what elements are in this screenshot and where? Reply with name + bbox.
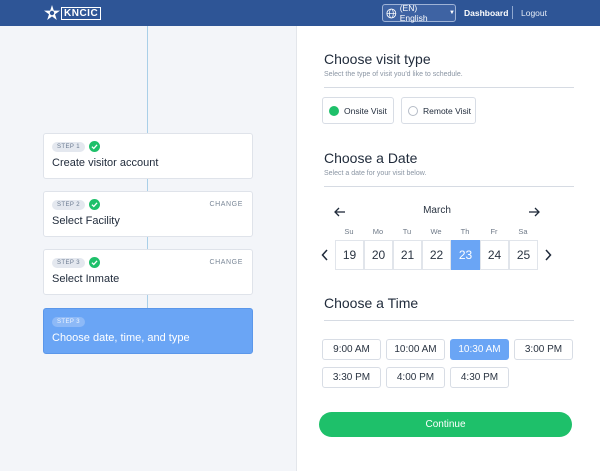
weekday-label: Th bbox=[460, 227, 470, 236]
arrow-left-icon[interactable] bbox=[334, 207, 346, 217]
step-title: Create visitor account bbox=[52, 157, 159, 169]
day-cell[interactable]: 20 bbox=[364, 240, 393, 270]
radio-selected-icon bbox=[329, 105, 339, 116]
top-navigation-bar: KNCIC (EN) English ▼ Dashboard Logout bbox=[0, 0, 600, 26]
step-create-account: STEP 1 Create visitor account bbox=[43, 133, 253, 179]
step-badge: STEP 3 bbox=[52, 258, 85, 268]
weekday-label: We bbox=[430, 227, 442, 236]
check-circle-icon bbox=[89, 257, 100, 268]
step-title: Choose date, time, and type bbox=[52, 332, 190, 344]
section-divider bbox=[324, 87, 574, 88]
date-subtitle: Select a date for your visit below. bbox=[324, 170, 427, 177]
star-logo-icon bbox=[44, 5, 60, 20]
change-facility-link[interactable]: CHANGE bbox=[209, 201, 243, 208]
step-title: Select Facility bbox=[52, 215, 120, 227]
step-badge: STEP 3 bbox=[52, 317, 85, 327]
step-badge: STEP 2 bbox=[52, 200, 85, 210]
change-inmate-link[interactable]: CHANGE bbox=[209, 259, 243, 266]
date-heading: Choose a Date bbox=[324, 150, 418, 166]
remote-visit-option[interactable]: Remote Visit bbox=[401, 97, 476, 124]
weekday-label: Tu bbox=[402, 227, 412, 236]
day-cell[interactable]: 21 bbox=[393, 240, 422, 270]
weekday-label: Sa bbox=[518, 227, 528, 236]
logout-link[interactable]: Logout bbox=[521, 8, 547, 18]
visit-type-subtitle: Select the type of visit you'd like to s… bbox=[324, 71, 463, 78]
step-choose-date-time-type: STEP 3 Choose date, time, and type bbox=[43, 308, 253, 354]
onsite-visit-option[interactable]: Onsite Visit bbox=[322, 97, 394, 124]
globe-icon bbox=[386, 8, 397, 18]
language-label: (EN) English bbox=[399, 3, 428, 23]
day-cell[interactable]: 24 bbox=[480, 240, 509, 270]
arrow-right-icon[interactable] bbox=[528, 207, 540, 217]
day-cell[interactable]: 22 bbox=[422, 240, 451, 270]
weekday-label: Fr bbox=[490, 227, 498, 236]
step-select-inmate: STEP 3 CHANGE Select Inmate bbox=[43, 249, 253, 295]
time-slot[interactable]: 10:00 AM bbox=[386, 339, 445, 360]
month-label: March bbox=[423, 205, 451, 216]
check-circle-icon bbox=[89, 199, 100, 210]
time-slot[interactable]: 4:00 PM bbox=[386, 367, 445, 388]
step-title: Select Inmate bbox=[52, 273, 120, 285]
brand-logo[interactable]: KNCIC bbox=[44, 5, 102, 21]
weekday-label: Su bbox=[344, 227, 354, 236]
time-slot[interactable]: 4:30 PM bbox=[450, 367, 509, 388]
time-slot[interactable]: 3:00 PM bbox=[514, 339, 573, 360]
day-cell[interactable]: 25 bbox=[509, 240, 538, 270]
radio-unselected-icon bbox=[408, 105, 418, 116]
time-slot-selected[interactable]: 10:30 AM bbox=[450, 339, 509, 360]
time-slot[interactable]: 9:00 AM bbox=[322, 339, 381, 360]
continue-button[interactable]: Continue bbox=[319, 412, 572, 437]
chevron-left-icon[interactable] bbox=[321, 249, 329, 261]
brand-logo-text: KNCIC bbox=[61, 6, 102, 20]
option-label: Remote Visit bbox=[423, 105, 472, 116]
caret-down-icon: ▼ bbox=[449, 10, 455, 16]
option-label: Onsite Visit bbox=[344, 105, 387, 116]
day-cell-selected[interactable]: 23 bbox=[451, 240, 480, 270]
time-slot[interactable]: 3:30 PM bbox=[322, 367, 381, 388]
language-selector[interactable]: (EN) English ▼ bbox=[382, 3, 456, 23]
chevron-right-icon[interactable] bbox=[544, 249, 552, 261]
dashboard-link[interactable]: Dashboard bbox=[464, 8, 508, 18]
nav-divider bbox=[512, 6, 513, 19]
check-circle-icon bbox=[89, 141, 100, 152]
section-divider bbox=[324, 186, 574, 187]
time-heading: Choose a Time bbox=[324, 295, 419, 311]
visit-type-heading: Choose visit type bbox=[324, 51, 431, 67]
day-cell[interactable]: 19 bbox=[335, 240, 364, 270]
step-badge: STEP 1 bbox=[52, 142, 85, 152]
step-select-facility: STEP 2 CHANGE Select Facility bbox=[43, 191, 253, 237]
steps-panel: STEP 1 Create visitor account STEP 2 CHA… bbox=[0, 26, 296, 471]
weekday-label: Mo bbox=[372, 227, 384, 236]
section-divider bbox=[324, 320, 574, 321]
